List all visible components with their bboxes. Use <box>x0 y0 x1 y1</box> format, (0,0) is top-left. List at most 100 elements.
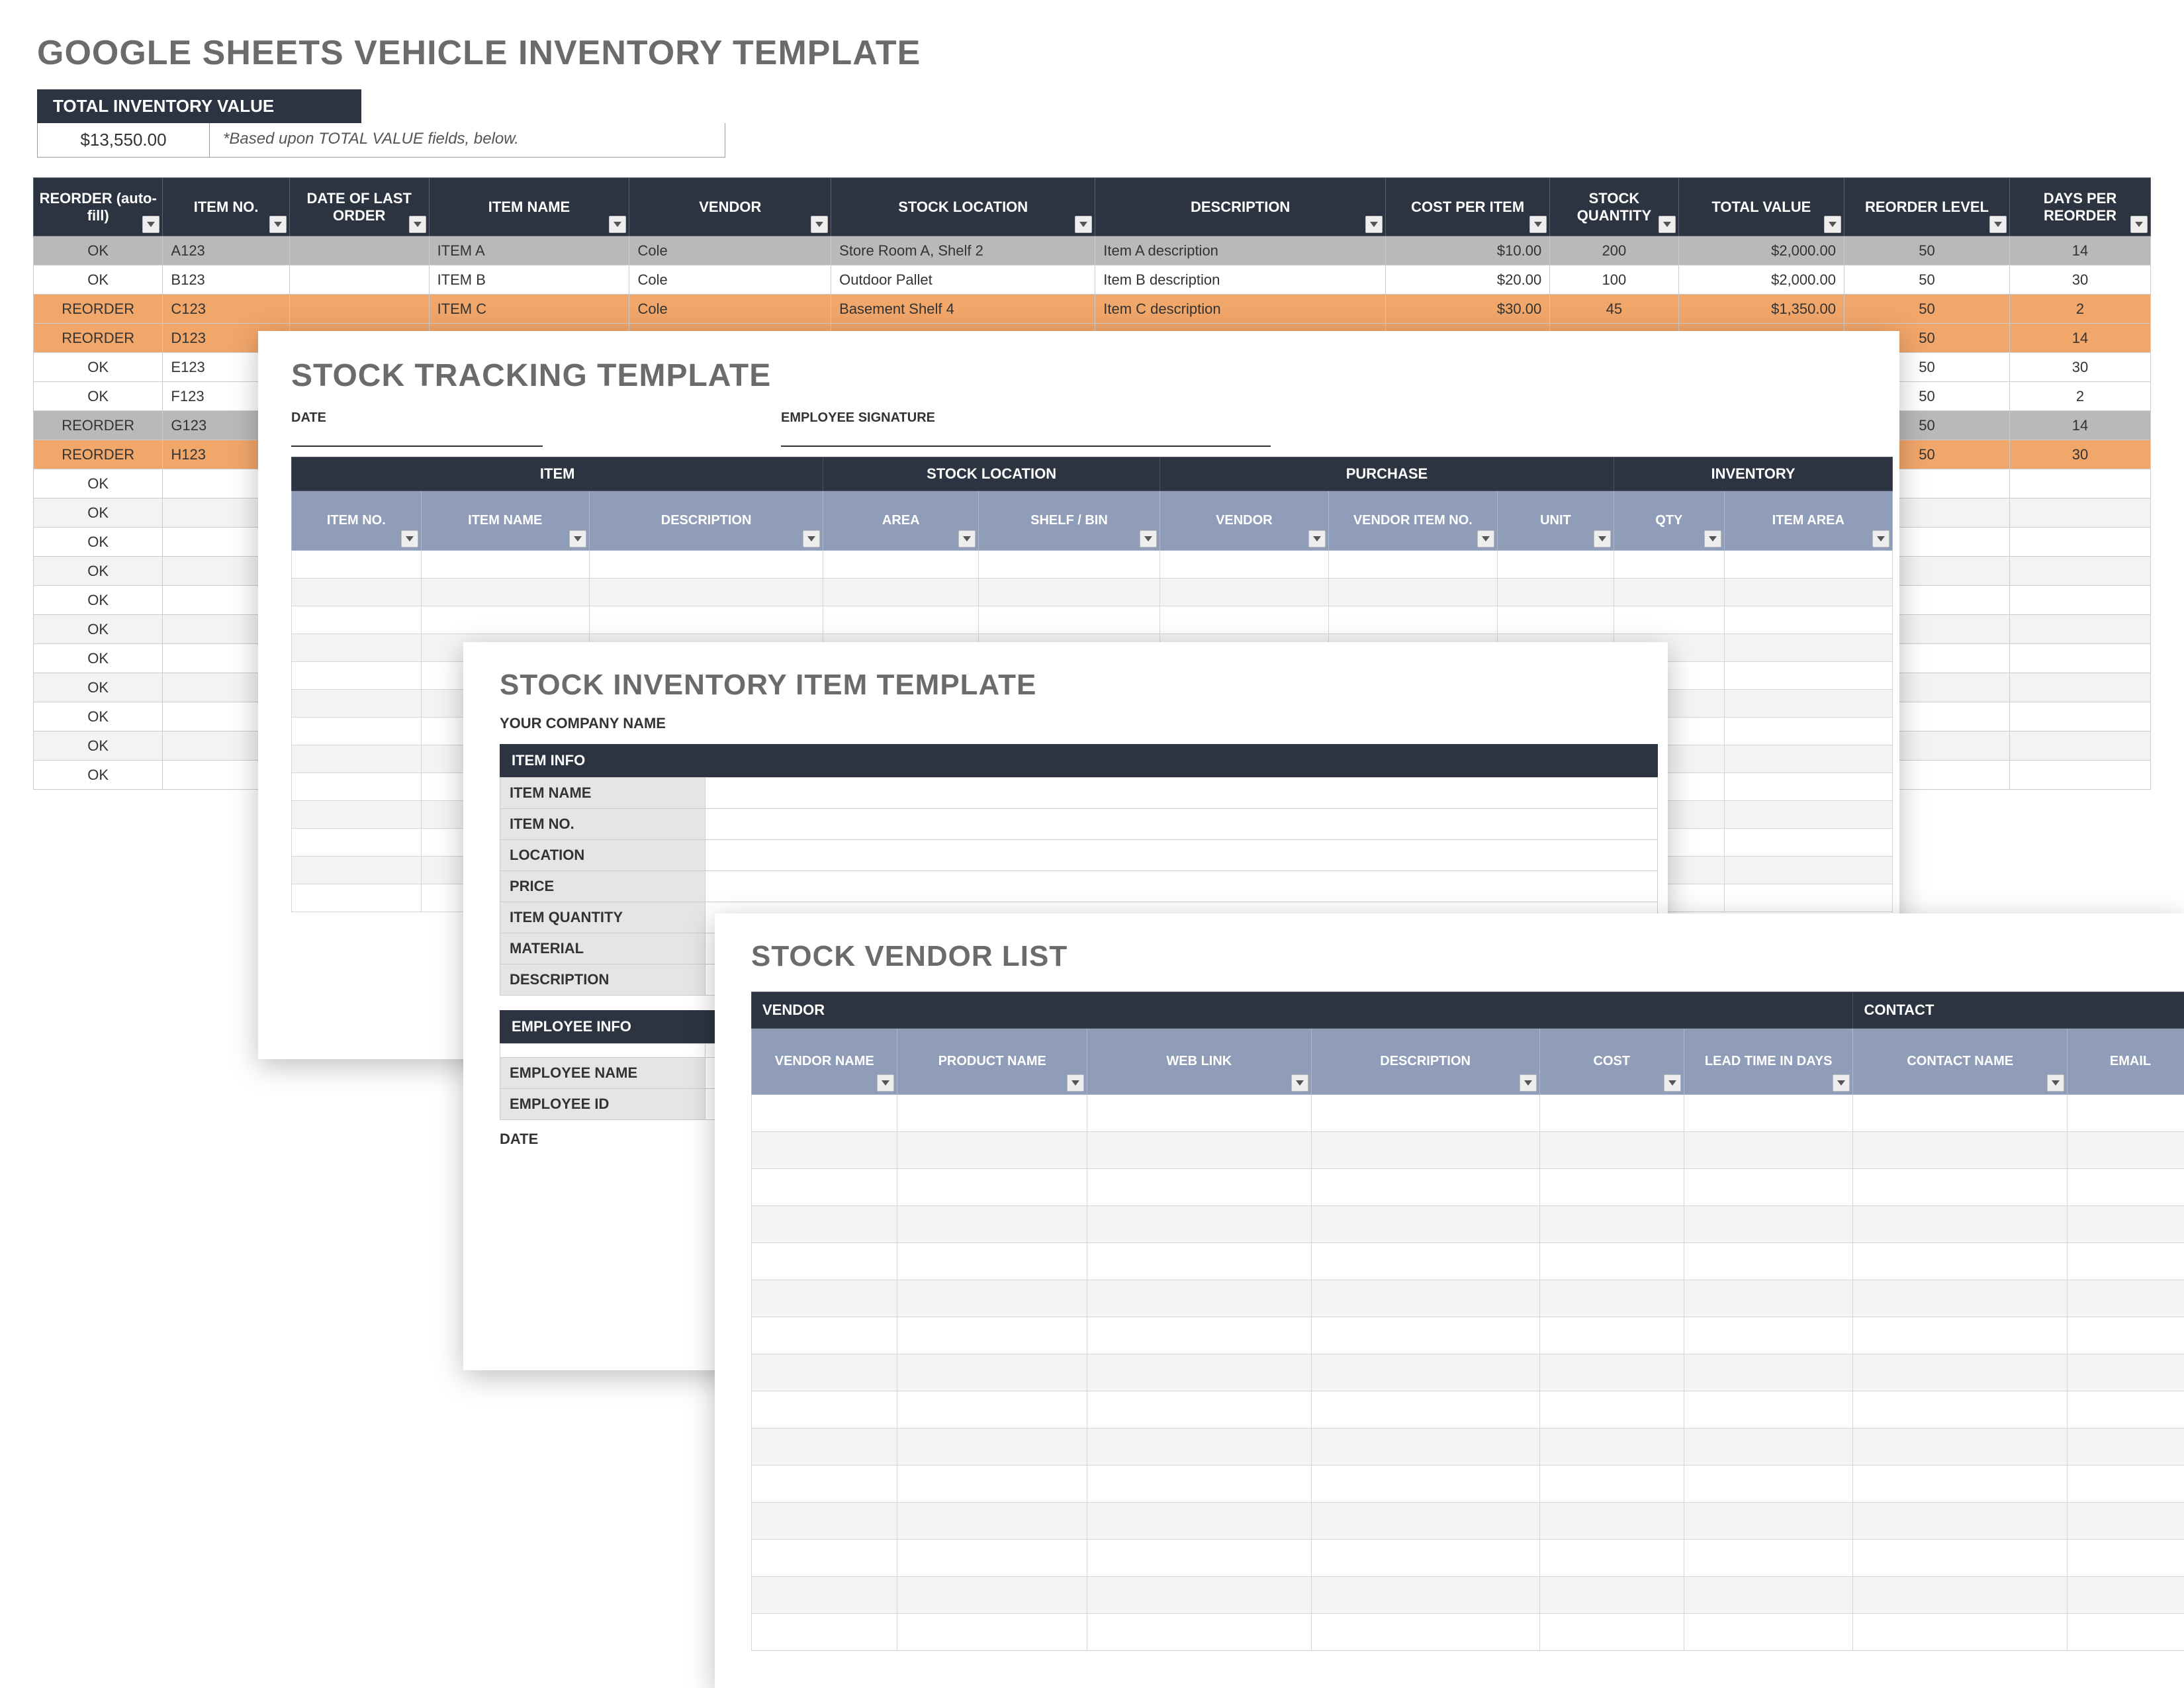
cell[interactable] <box>1724 634 1892 662</box>
cell[interactable] <box>1684 1391 1853 1429</box>
val-item-no[interactable] <box>705 809 1658 840</box>
cell[interactable] <box>1853 1169 2068 1206</box>
cell[interactable]: C123 <box>163 295 289 324</box>
vcol-contact-name[interactable]: CONTACT NAME <box>1853 1029 2068 1095</box>
cell[interactable] <box>1853 1503 2068 1540</box>
cell[interactable] <box>1614 606 1725 634</box>
cell[interactable] <box>1311 1280 1539 1317</box>
cell[interactable]: 50 <box>1844 236 2009 265</box>
cell[interactable]: 100 <box>1550 265 1678 295</box>
cell[interactable]: Store Room A, Shelf 2 <box>831 236 1095 265</box>
cell[interactable] <box>1684 1577 1853 1614</box>
cell[interactable] <box>2010 498 2151 528</box>
col-description[interactable]: DESCRIPTION <box>1095 178 1386 236</box>
cell[interactable]: OK <box>34 731 163 761</box>
cell[interactable] <box>1539 1466 1684 1503</box>
cell[interactable] <box>1087 1577 1312 1614</box>
cell[interactable] <box>897 1540 1087 1577</box>
cell[interactable] <box>897 1206 1087 1243</box>
cell[interactable]: $10.00 <box>1386 236 1550 265</box>
cell[interactable]: $30.00 <box>1386 295 1550 324</box>
filter-icon[interactable] <box>1291 1074 1308 1092</box>
cell[interactable] <box>823 579 979 606</box>
cell[interactable] <box>2067 1132 2184 1169</box>
cell[interactable] <box>2010 615 2151 644</box>
cell[interactable] <box>1497 606 1614 634</box>
cell[interactable]: OK <box>34 557 163 586</box>
cell[interactable] <box>1311 1095 1539 1132</box>
cell[interactable] <box>1853 1206 2068 1243</box>
cell[interactable] <box>1614 579 1725 606</box>
cell[interactable] <box>292 718 422 745</box>
cell[interactable] <box>1539 1317 1684 1354</box>
cell[interactable]: 14 <box>2010 236 2151 265</box>
cell[interactable] <box>1087 1132 1312 1169</box>
cell[interactable] <box>1328 606 1497 634</box>
col-total[interactable]: TOTAL VALUE <box>1678 178 1844 236</box>
val-location[interactable] <box>705 840 1658 871</box>
cell[interactable]: 45 <box>1550 295 1678 324</box>
filter-icon[interactable] <box>958 530 976 547</box>
cell[interactable] <box>289 265 429 295</box>
cell[interactable] <box>292 884 422 912</box>
cell[interactable] <box>897 1243 1087 1280</box>
cell[interactable] <box>1539 1354 1684 1391</box>
cell[interactable] <box>292 634 422 662</box>
cell[interactable] <box>1614 551 1725 579</box>
filter-icon[interactable] <box>1140 530 1157 547</box>
cell[interactable] <box>1684 1540 1853 1577</box>
tcol-vendor[interactable]: VENDOR <box>1160 491 1328 551</box>
cell[interactable]: Outdoor Pallet <box>831 265 1095 295</box>
cell[interactable] <box>1684 1466 1853 1503</box>
filter-icon[interactable] <box>1664 1074 1681 1092</box>
table-row[interactable] <box>752 1243 2184 1280</box>
cell[interactable] <box>292 690 422 718</box>
cell[interactable] <box>1311 1132 1539 1169</box>
filter-icon[interactable] <box>2047 1074 2064 1092</box>
cell[interactable] <box>1087 1429 1312 1466</box>
cell[interactable] <box>2010 528 2151 557</box>
cell[interactable]: OK <box>34 382 163 411</box>
cell[interactable] <box>1853 1391 2068 1429</box>
cell[interactable]: OK <box>34 236 163 265</box>
cell[interactable] <box>1853 1243 2068 1280</box>
cell[interactable] <box>897 1280 1087 1317</box>
cell[interactable] <box>1160 606 1328 634</box>
cell[interactable] <box>2067 1540 2184 1577</box>
cell[interactable] <box>2067 1280 2184 1317</box>
cell[interactable] <box>1684 1243 1853 1280</box>
cell[interactable]: OK <box>34 702 163 731</box>
cell[interactable] <box>1539 1280 1684 1317</box>
cell[interactable] <box>1724 801 1892 829</box>
cell[interactable] <box>1539 1391 1684 1429</box>
cell[interactable] <box>1684 1132 1853 1169</box>
cell[interactable] <box>1853 1095 2068 1132</box>
cell[interactable] <box>1539 1132 1684 1169</box>
cell[interactable] <box>2067 1206 2184 1243</box>
cell[interactable] <box>589 551 823 579</box>
cell[interactable] <box>2067 1317 2184 1354</box>
cell[interactable] <box>897 1132 1087 1169</box>
val-price[interactable] <box>705 871 1658 902</box>
cell[interactable]: Item A description <box>1095 236 1386 265</box>
cell[interactable]: OK <box>34 265 163 295</box>
col-cost[interactable]: COST PER ITEM <box>1386 178 1550 236</box>
filter-icon[interactable] <box>2130 216 2148 233</box>
cell[interactable]: $2,000.00 <box>1678 236 1844 265</box>
filter-icon[interactable] <box>1529 216 1547 233</box>
cell[interactable]: OK <box>34 586 163 615</box>
cell[interactable] <box>2010 702 2151 731</box>
cell[interactable] <box>1724 606 1892 634</box>
cell[interactable] <box>2067 1614 2184 1651</box>
cell[interactable] <box>1087 1540 1312 1577</box>
table-row[interactable]: OKA123ITEM AColeStore Room A, Shelf 2Ite… <box>34 236 2151 265</box>
cell[interactable] <box>1087 1354 1312 1391</box>
cell[interactable]: 2 <box>2010 295 2151 324</box>
cell[interactable]: REORDER <box>34 411 163 440</box>
table-row[interactable] <box>752 1169 2184 1206</box>
cell[interactable]: 200 <box>1550 236 1678 265</box>
cell[interactable] <box>1539 1169 1684 1206</box>
filter-icon[interactable] <box>877 1074 894 1092</box>
filter-icon[interactable] <box>1067 1074 1084 1092</box>
cell[interactable] <box>421 551 589 579</box>
